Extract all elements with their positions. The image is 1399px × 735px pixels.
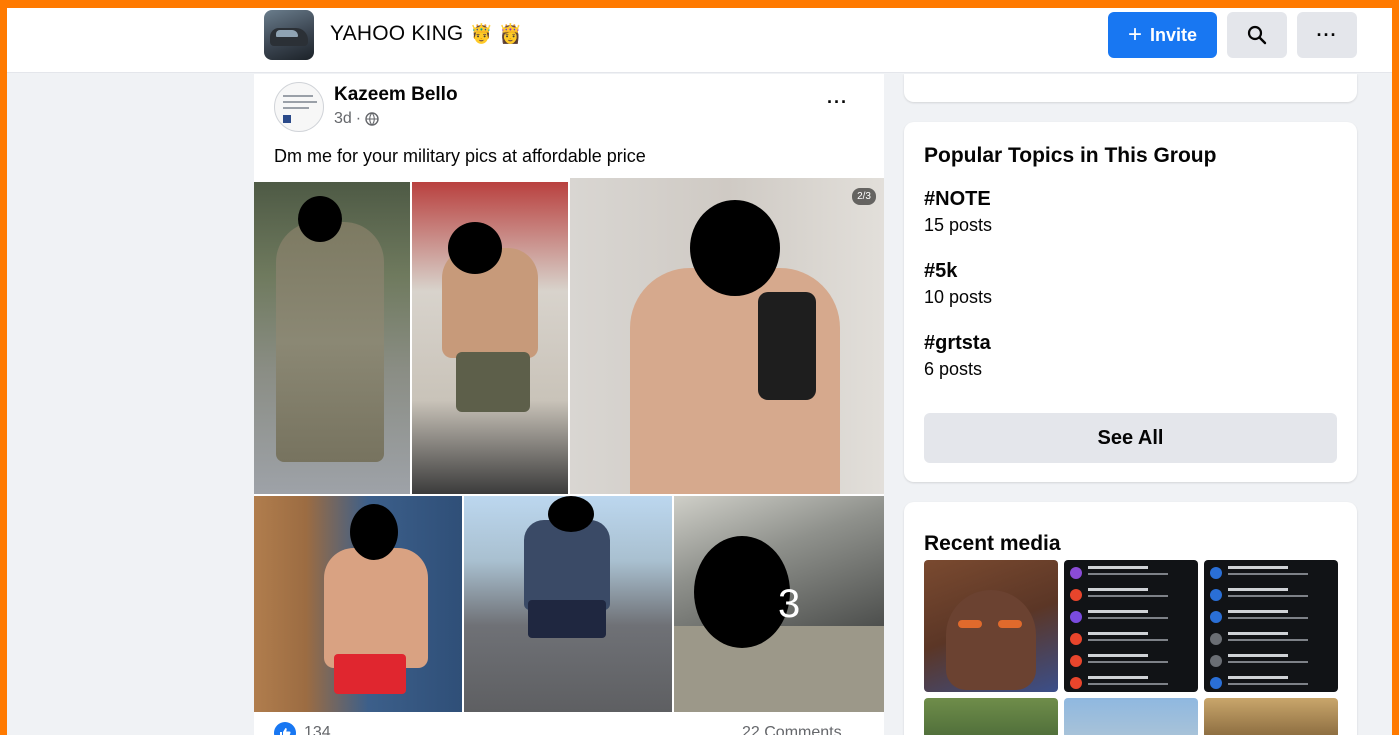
topic-post-count: 15 posts xyxy=(924,215,993,235)
shorts-shape xyxy=(528,600,606,638)
group-header: YAHOO KING 🤴 👸 + Invite ··· xyxy=(7,8,1392,73)
post-meta: 3d · xyxy=(334,110,379,128)
notification-row xyxy=(1070,564,1192,586)
more-options-icon: ··· xyxy=(1316,24,1338,45)
search-button[interactable] xyxy=(1227,12,1287,58)
face-redaction xyxy=(448,222,502,274)
photo-car-selfie[interactable]: 3 xyxy=(674,496,884,712)
shirt-shape xyxy=(674,626,884,712)
face-shape xyxy=(946,590,1036,690)
photo-overlay-digit: 3 xyxy=(778,582,801,626)
media-thumb-notifications[interactable] xyxy=(1064,560,1198,692)
torso-shape xyxy=(324,548,428,668)
topic-post-count: 6 posts xyxy=(924,359,983,379)
avatar-line xyxy=(283,95,313,97)
globe-icon xyxy=(365,112,379,126)
avatar-line xyxy=(283,107,309,109)
shorts-shape xyxy=(456,352,530,412)
topic-post-count: 10 posts xyxy=(924,287,993,307)
more-options-button[interactable]: ··· xyxy=(1297,12,1357,58)
media-thumb-bank-notifications[interactable] xyxy=(1204,560,1338,692)
group-title[interactable]: YAHOO KING 🤴 👸 xyxy=(330,22,523,46)
avatar-mark xyxy=(283,115,291,123)
photo-red-shorts[interactable] xyxy=(254,496,462,712)
topic-item[interactable]: #5k 10 posts xyxy=(924,260,992,308)
notification-row xyxy=(1210,652,1332,674)
notification-row xyxy=(1070,586,1192,608)
eye-makeup-shape xyxy=(998,620,1022,628)
sidebar-card-above xyxy=(904,74,1357,102)
face-redaction xyxy=(548,496,594,532)
media-thumb-outdoor[interactable] xyxy=(924,698,1058,735)
recent-media-card: Recent media xyxy=(904,502,1357,735)
invite-label: Invite xyxy=(1150,24,1198,45)
phone-shape xyxy=(758,292,816,400)
shirt-shape xyxy=(524,520,610,610)
notification-row xyxy=(1210,630,1332,652)
topic-tag: #5k xyxy=(924,260,958,282)
like-count: 134 xyxy=(304,724,331,735)
post-text: Dm me for your military pics at affordab… xyxy=(274,146,646,166)
shorts-shape xyxy=(334,654,406,694)
post-author-name[interactable]: Kazeem Bello xyxy=(334,84,458,106)
face-redaction xyxy=(350,504,398,560)
car-window-shape xyxy=(276,30,298,37)
face-redaction xyxy=(298,196,342,242)
photo-counter-badge: 2/3 xyxy=(852,188,876,205)
face-redaction xyxy=(694,536,790,648)
avatar-line xyxy=(283,101,317,103)
notification-row xyxy=(1210,564,1332,586)
app-frame: YAHOO KING 🤴 👸 + Invite ··· Kazeem Bello… xyxy=(7,8,1392,735)
popular-topics-title: Popular Topics in This Group xyxy=(924,144,1217,167)
notification-row xyxy=(1070,608,1192,630)
photo-flexing-outdoor[interactable] xyxy=(464,496,672,712)
group-name-emojis: 🤴 👸 xyxy=(469,24,523,45)
topic-tag: #NOTE xyxy=(924,188,991,210)
topic-item[interactable]: #grtsta 6 posts xyxy=(924,332,991,380)
photo-military-uniform[interactable] xyxy=(254,182,410,494)
post-photo-grid: 2/3 3 xyxy=(254,178,884,712)
search-icon xyxy=(1247,25,1267,45)
media-thumb-people[interactable] xyxy=(1204,698,1338,735)
group-cover-image[interactable] xyxy=(264,10,314,60)
group-name-text: YAHOO KING xyxy=(330,22,464,45)
author-avatar[interactable] xyxy=(274,82,324,132)
post-time[interactable]: 3d xyxy=(334,110,352,128)
notification-row xyxy=(1070,652,1192,674)
notification-row xyxy=(1070,630,1192,652)
media-thumb-selfie[interactable] xyxy=(924,560,1058,692)
feed-post: Kazeem Bello 3d · ··· Dm me for your mil… xyxy=(254,74,884,735)
notification-row xyxy=(1070,674,1192,692)
recent-media-title: Recent media xyxy=(924,532,1061,555)
topic-tag: #grtsta xyxy=(924,332,991,354)
photo-shirtless-gym[interactable] xyxy=(412,182,568,494)
photo-mirror-selfie[interactable]: 2/3 xyxy=(570,178,884,494)
invite-button[interactable]: + Invite xyxy=(1108,12,1217,58)
media-thumb-building[interactable] xyxy=(1064,698,1198,735)
comments-count-link[interactable]: 22 Comments xyxy=(742,724,842,735)
reaction-summary[interactable]: 134 xyxy=(274,722,331,735)
notification-row xyxy=(1210,586,1332,608)
face-redaction xyxy=(690,200,780,296)
popular-topics-card: Popular Topics in This Group #NOTE 15 po… xyxy=(904,122,1357,482)
eye-makeup-shape xyxy=(958,620,982,628)
topic-item[interactable]: #NOTE 15 posts xyxy=(924,188,992,236)
post-options-button[interactable]: ··· xyxy=(827,92,848,113)
like-icon xyxy=(274,722,296,735)
meta-separator: · xyxy=(355,110,362,127)
see-all-topics-button[interactable]: See All xyxy=(924,413,1337,463)
notification-row xyxy=(1210,674,1332,692)
person-shape xyxy=(276,222,384,462)
notification-row xyxy=(1210,608,1332,630)
plus-icon: + xyxy=(1127,21,1142,48)
